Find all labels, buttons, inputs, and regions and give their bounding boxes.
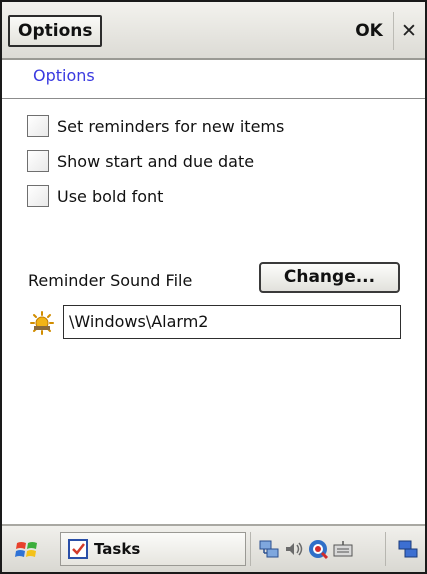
set-reminders-label: Set reminders for new items bbox=[57, 116, 285, 136]
ok-button[interactable]: OK bbox=[349, 15, 389, 47]
change-sound-button[interactable]: Change... bbox=[259, 262, 400, 293]
taskbar: Tasks bbox=[2, 524, 425, 572]
volume-icon[interactable] bbox=[283, 538, 305, 560]
sync-icon[interactable] bbox=[307, 538, 329, 560]
tray-separator bbox=[385, 532, 386, 566]
tray-separator bbox=[250, 532, 251, 566]
bold-font-label: Use bold font bbox=[57, 186, 164, 206]
bold-font-checkbox[interactable] bbox=[27, 185, 49, 207]
set-reminders-checkbox[interactable] bbox=[27, 115, 49, 137]
tasks-taskbar-label: Tasks bbox=[94, 540, 141, 558]
options-screen: Options OK ✕ Options Set reminders for n… bbox=[0, 0, 427, 574]
sun-icon bbox=[30, 311, 54, 335]
tasks-icon bbox=[68, 539, 88, 559]
windows-flag-icon[interactable] bbox=[15, 539, 39, 561]
set-reminders-option[interactable]: Set reminders for new items bbox=[27, 112, 284, 140]
tab-options[interactable]: Options bbox=[33, 66, 95, 85]
title-bar: Options OK ✕ bbox=[2, 2, 425, 60]
show-dates-option[interactable]: Show start and due date bbox=[27, 147, 254, 175]
tasks-taskbar-button[interactable]: Tasks bbox=[60, 532, 246, 566]
keyboard-icon[interactable] bbox=[332, 538, 354, 560]
show-dates-label: Show start and due date bbox=[57, 151, 255, 171]
input-panel-icon[interactable] bbox=[397, 538, 419, 560]
window-title-button[interactable]: Options bbox=[8, 15, 103, 47]
sound-file-field[interactable]: \Windows\Alarm2 bbox=[63, 305, 401, 339]
tab-divider bbox=[2, 98, 425, 99]
bold-font-option[interactable]: Use bold font bbox=[27, 182, 163, 210]
close-button[interactable]: ✕ bbox=[397, 15, 421, 47]
network-icon[interactable] bbox=[258, 538, 280, 560]
reminder-sound-label: Reminder Sound File bbox=[28, 271, 193, 290]
title-bar-separator bbox=[393, 12, 394, 50]
show-dates-checkbox[interactable] bbox=[27, 150, 49, 172]
